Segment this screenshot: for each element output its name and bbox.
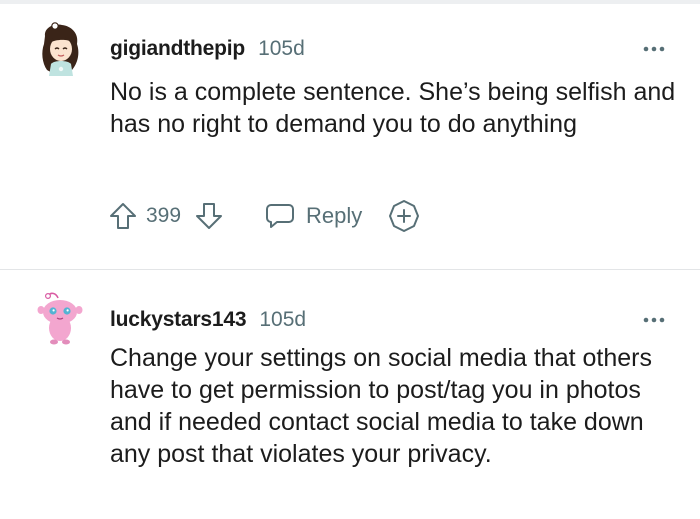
comment-bubble-icon	[266, 204, 294, 228]
user-avatar[interactable]	[36, 290, 84, 346]
reply-label: Reply	[306, 203, 363, 228]
vote-count: 399	[146, 204, 182, 227]
award-button[interactable]	[387, 198, 421, 234]
reply-button[interactable]: Reply	[264, 198, 362, 234]
downvote-button[interactable]	[194, 198, 224, 234]
comment-meta: gigiandthepip 105d	[110, 37, 305, 61]
user-avatar[interactable]	[36, 22, 84, 78]
top-divider	[0, 0, 700, 4]
comment-age: 105d	[258, 37, 305, 60]
more-options-icon[interactable]	[643, 45, 665, 53]
more-options-icon[interactable]	[643, 316, 665, 324]
username[interactable]: gigiandthepip	[110, 37, 245, 61]
upvote-button[interactable]	[108, 198, 138, 234]
comment-body: No is a complete sentence. She’s being s…	[110, 78, 676, 138]
award-plus-icon	[389, 200, 419, 232]
downvote-arrow-icon	[196, 203, 222, 229]
comment-meta: luckystars143 105d	[110, 308, 306, 332]
upvote-arrow-icon	[110, 203, 136, 229]
comment-divider	[0, 269, 700, 270]
comment-body: Change your settings on social media tha…	[110, 344, 652, 468]
comment-actions: 399 Reply	[108, 198, 438, 234]
username[interactable]: luckystars143	[110, 308, 247, 332]
comment-age: 105d	[259, 308, 307, 331]
